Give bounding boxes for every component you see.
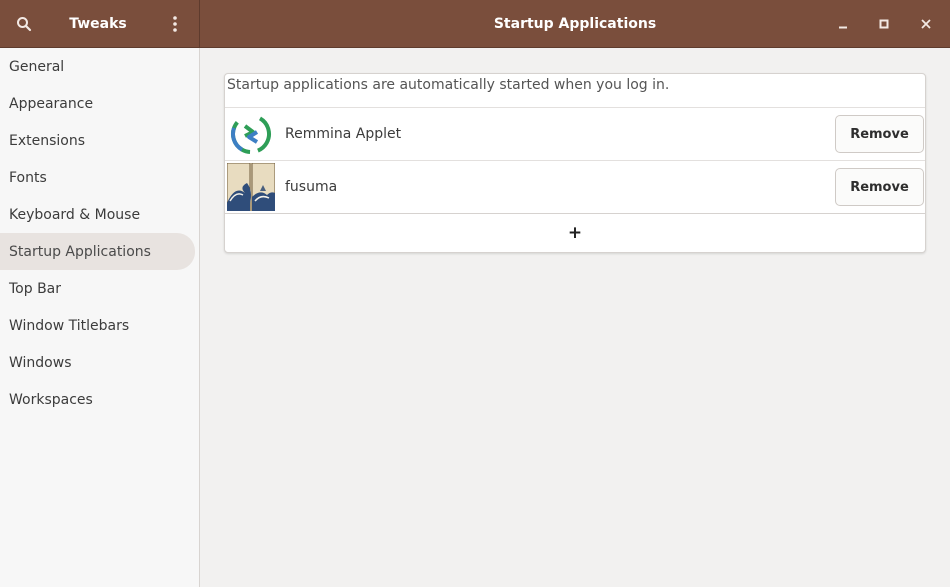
more-vertical-icon[interactable] (164, 0, 186, 47)
sidebar-item-startup-applications[interactable]: Startup Applications (0, 233, 195, 270)
app-name: Remmina Applet (285, 126, 402, 142)
app-title: Tweaks (69, 15, 127, 32)
sidebar-item-label: Fonts (9, 169, 47, 186)
sidebar-item-top-bar[interactable]: Top Bar (0, 270, 195, 307)
startup-apps-panel: Startup applications are automatically s… (224, 73, 926, 253)
remove-button[interactable]: Remove (835, 168, 924, 206)
startup-app-row: Remmina Applet Remove (225, 107, 925, 160)
app-name: fusuma (285, 179, 338, 195)
sidebar-item-keyboard-mouse[interactable]: Keyboard & Mouse (0, 196, 195, 233)
title-bar: Tweaks Startup Applications (0, 0, 950, 48)
startup-app-row: fusuma Remove (225, 160, 925, 213)
maximize-icon[interactable] (873, 0, 895, 47)
sidebar-item-fonts[interactable]: Fonts (0, 159, 195, 196)
sidebar-item-label: Workspaces (9, 391, 93, 408)
search-icon[interactable] (10, 0, 38, 47)
add-icon: + (567, 223, 583, 243)
sidebar-item-appearance[interactable]: Appearance (0, 85, 195, 122)
sidebar-item-label: General (9, 58, 65, 75)
remove-button[interactable]: Remove (835, 115, 924, 153)
close-icon[interactable] (915, 0, 937, 47)
sidebar-item-extensions[interactable]: Extensions (0, 122, 195, 159)
remmina-icon (227, 110, 275, 158)
sidebar-item-label: Top Bar (9, 280, 62, 297)
sidebar-item-label: Extensions (9, 132, 86, 149)
sidebar-item-window-titlebars[interactable]: Window Titlebars (0, 307, 195, 344)
sidebar-item-label: Window Titlebars (9, 317, 130, 334)
sidebar-item-label: Keyboard & Mouse (9, 206, 141, 223)
add-startup-app-button[interactable]: + (225, 213, 925, 252)
sidebar-item-label: Appearance (9, 95, 94, 112)
sidebar-item-label: Startup Applications (9, 243, 151, 260)
panel-description: Startup applications are automatically s… (227, 77, 670, 93)
sidebar-item-workspaces[interactable]: Workspaces (0, 381, 195, 418)
sidebar-item-label: Windows (9, 354, 72, 371)
minimize-icon[interactable] (832, 0, 854, 47)
sidebar-item-general[interactable]: General (0, 48, 195, 85)
fusuma-icon (226, 162, 276, 212)
sidebar: General Appearance Extensions Fonts Keyb… (0, 48, 200, 587)
sidebar-item-windows[interactable]: Windows (0, 344, 195, 381)
